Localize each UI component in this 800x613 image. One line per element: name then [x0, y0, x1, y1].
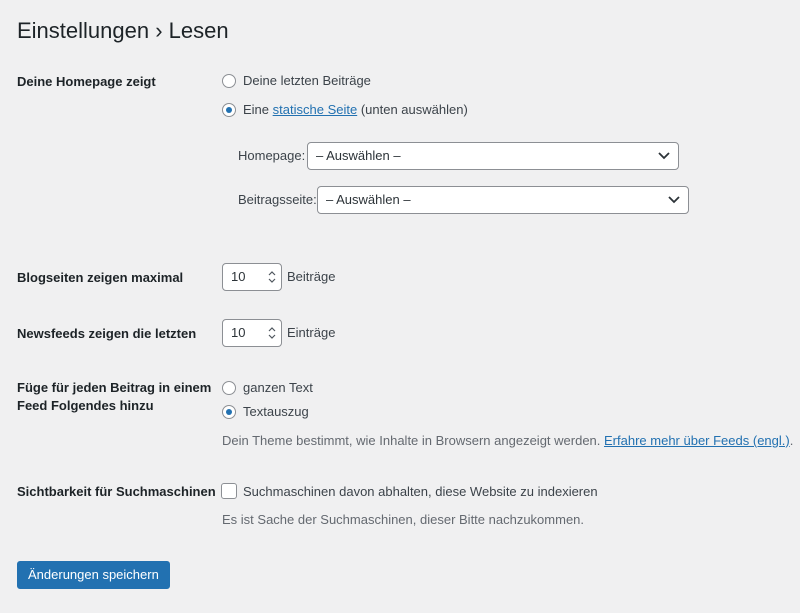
feed-description: Dein Theme bestimmt, wie Inhalte in Brow… — [222, 432, 794, 450]
feed-content-label-line2: Feed Folgendes hinzu — [17, 398, 154, 413]
spinner-arrows-icon[interactable] — [267, 268, 277, 286]
radio-excerpt-label: Textauszug — [243, 404, 309, 419]
blog-pages-unit: Beiträge — [287, 269, 336, 284]
radio-full-text-label: ganzen Text — [243, 380, 313, 395]
chevron-down-icon — [658, 152, 670, 160]
feed-description-end: . — [789, 433, 794, 448]
radio-latest-posts[interactable] — [222, 74, 236, 88]
postspage-select[interactable]: – Auswählen – — [317, 186, 689, 214]
search-visibility-description: Es ist Sache der Suchmaschinen, dieser B… — [222, 512, 585, 527]
blog-pages-value: 10 — [231, 269, 246, 284]
radio-full-text[interactable] — [222, 381, 236, 395]
feeds-unit: Einträge — [287, 325, 336, 340]
radio-latest-posts-label: Deine letzten Beiträge — [243, 73, 371, 88]
postspage-select-label: Beitragsseite: — [238, 192, 317, 207]
blog-pages-label: Blogseiten zeigen maximal — [17, 270, 184, 285]
postspage-select-value: – Auswählen – — [326, 192, 411, 207]
discourage-search-checkbox[interactable] — [221, 483, 237, 499]
save-changes-button[interactable]: Änderungen speichern — [17, 561, 170, 589]
feed-content-label-line1: Füge für jeden Beitrag in einem — [17, 380, 212, 395]
spinner-arrows-icon[interactable] — [267, 324, 277, 342]
homepage-select[interactable]: – Auswählen – — [307, 142, 679, 170]
homepage-select-label: Homepage: — [238, 148, 306, 163]
radio-static-page[interactable] — [222, 103, 236, 117]
feeds-learn-more-link[interactable]: Erfahre mehr über Feeds (engl.) — [604, 433, 790, 448]
feed-description-text: Dein Theme bestimmt, wie Inhalte in Brow… — [222, 433, 601, 448]
chevron-down-icon — [668, 196, 680, 204]
homepage-display-label: Deine Homepage zeigt — [17, 74, 156, 89]
blog-pages-input[interactable]: 10 — [222, 263, 282, 291]
settings-reading-page: Einstellungen › Lesen Deine Homepage zei… — [0, 0, 800, 613]
static-prefix: Eine — [243, 102, 270, 117]
radio-excerpt[interactable] — [222, 405, 236, 419]
radio-static-page-label: Eine statische Seite (unten auswählen) — [243, 101, 468, 119]
page-title: Einstellungen › Lesen — [17, 18, 229, 43]
feeds-label: Newsfeeds zeigen die letzten — [17, 326, 197, 341]
homepage-select-value: – Auswählen – — [316, 148, 401, 163]
static-page-link[interactable]: statische Seite — [273, 102, 358, 117]
feeds-input[interactable]: 10 — [222, 319, 282, 347]
feeds-value: 10 — [231, 325, 246, 340]
static-suffix: (unten auswählen) — [360, 102, 468, 117]
search-visibility-label: Sichtbarkeit für Suchmaschinen — [17, 484, 216, 499]
discourage-search-label: Suchmaschinen davon abhalten, diese Webs… — [243, 484, 598, 499]
